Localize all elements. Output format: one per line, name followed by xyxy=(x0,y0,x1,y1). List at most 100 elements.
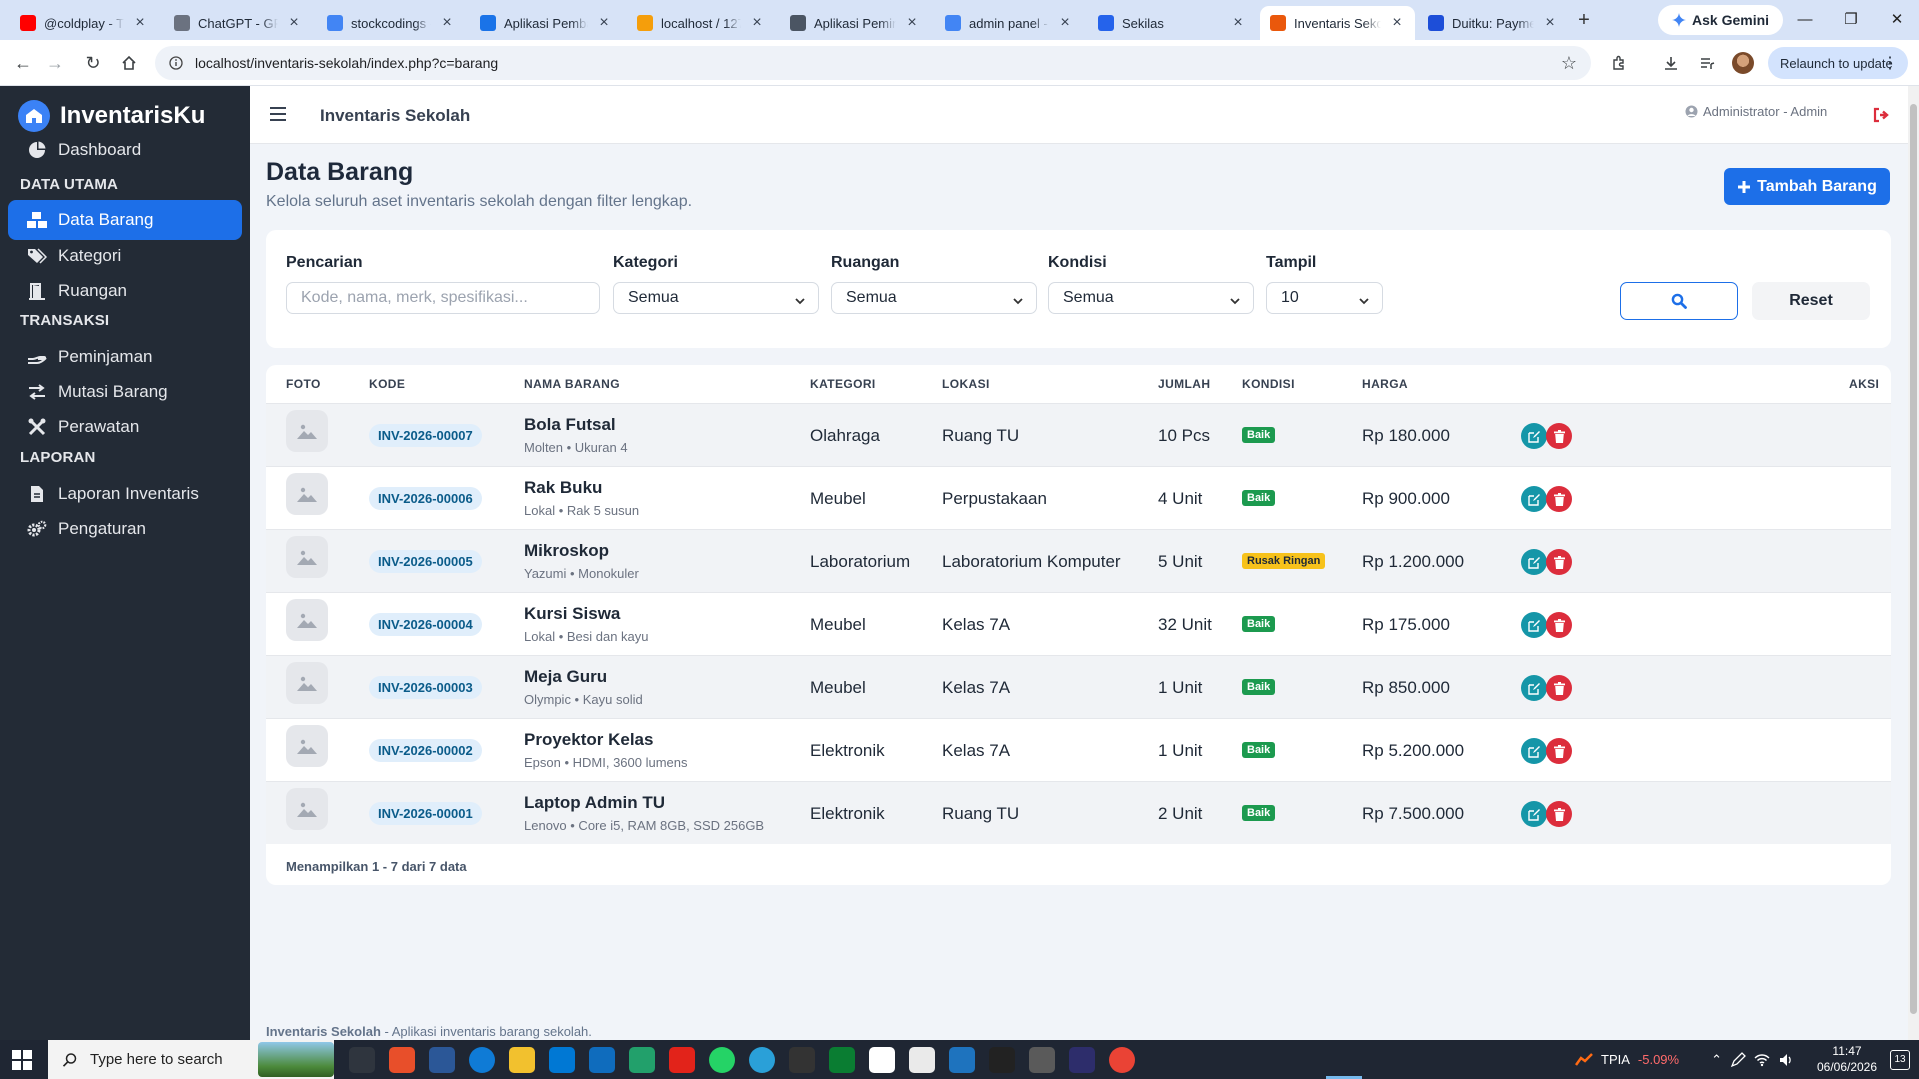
sidebar-item-dashboard[interactable]: Dashboard xyxy=(8,130,242,170)
home-icon[interactable] xyxy=(116,50,142,76)
sidebar-item-mutasi-barang[interactable]: Mutasi Barang xyxy=(8,372,242,412)
forward-icon[interactable]: → xyxy=(42,50,68,76)
capcut-icon[interactable] xyxy=(789,1047,815,1073)
fx-icon[interactable] xyxy=(1069,1047,1095,1073)
ask-gemini-button[interactable]: Ask Gemini xyxy=(1658,5,1784,35)
gpu-icon[interactable] xyxy=(829,1047,855,1073)
task-view-icon[interactable] xyxy=(349,1047,375,1073)
browser-tab[interactable]: admin panel - P × xyxy=(935,6,1083,40)
tab-close-icon[interactable]: × xyxy=(749,14,765,32)
scrollbar-thumb[interactable] xyxy=(1910,104,1917,1014)
delete-button[interactable] xyxy=(1546,549,1572,575)
chrome-icon[interactable] xyxy=(1109,1047,1135,1073)
tab-close-icon[interactable]: × xyxy=(286,14,302,32)
kondisi-select[interactable]: Semua xyxy=(1048,282,1254,314)
tray-chevron-icon[interactable]: ⌃ xyxy=(1711,1052,1722,1068)
network-icon[interactable] xyxy=(749,1047,775,1073)
extensions-icon[interactable] xyxy=(1606,50,1632,76)
site-info-icon[interactable] xyxy=(169,56,183,70)
browser-tab[interactable]: Aplikasi Peminja × xyxy=(780,6,930,40)
xampp-icon[interactable] xyxy=(629,1047,655,1073)
browser-tab[interactable]: localhost / 127.0 × xyxy=(627,6,775,40)
kategori-select[interactable]: Semua xyxy=(613,282,819,314)
page-scrollbar[interactable] xyxy=(1908,86,1919,1040)
delete-button[interactable] xyxy=(1546,486,1572,512)
edit-button[interactable] xyxy=(1521,549,1547,575)
delete-button[interactable] xyxy=(1546,423,1572,449)
taskbar-clock[interactable]: 11:47 06/06/2026 xyxy=(1812,1043,1882,1075)
search-button[interactable] xyxy=(1620,282,1738,320)
browser-tab[interactable]: ChatGPT - GRAT × xyxy=(164,6,312,40)
browser-tab[interactable]: Duitku: Paymen × xyxy=(1418,6,1568,40)
restore-button[interactable]: ❐ xyxy=(1836,8,1866,32)
tampil-select[interactable]: 10 xyxy=(1266,282,1383,314)
minimize-button[interactable]: — xyxy=(1790,8,1820,32)
tab-close-icon[interactable]: × xyxy=(439,14,455,32)
calculator-icon[interactable] xyxy=(1029,1047,1055,1073)
sidebar-toggle-icon[interactable] xyxy=(270,102,294,126)
reload-icon[interactable]: ↻ xyxy=(80,50,106,76)
browser-tab[interactable]: Sekilas × xyxy=(1088,6,1256,40)
media-control-icon[interactable] xyxy=(1694,50,1720,76)
close-window-button[interactable]: ✕ xyxy=(1882,8,1912,32)
delete-button[interactable] xyxy=(1546,801,1572,827)
volume-icon[interactable] xyxy=(1778,1052,1794,1068)
tab-close-icon[interactable]: × xyxy=(132,14,148,32)
edit-button[interactable] xyxy=(1521,801,1547,827)
tab-close-icon[interactable]: × xyxy=(904,14,920,32)
edit-button[interactable] xyxy=(1521,675,1547,701)
notification-center-icon[interactable]: 13 xyxy=(1890,1050,1910,1070)
taskbar-search[interactable]: Type here to search xyxy=(48,1040,334,1079)
browser-tab[interactable]: Aplikasi Pembay × xyxy=(470,6,622,40)
edit-button[interactable] xyxy=(1521,738,1547,764)
reset-button[interactable]: Reset xyxy=(1752,282,1870,320)
copilot-icon[interactable] xyxy=(389,1047,415,1073)
obs-icon[interactable] xyxy=(989,1047,1015,1073)
delete-button[interactable] xyxy=(1546,738,1572,764)
download-icon[interactable] xyxy=(1658,50,1684,76)
windows-start-icon[interactable] xyxy=(12,1050,32,1070)
browser-tab[interactable]: stockcodings - F × xyxy=(317,6,465,40)
tab-close-icon[interactable]: × xyxy=(1057,14,1073,32)
tab-close-icon[interactable]: × xyxy=(1230,14,1246,32)
remote-desktop-icon[interactable] xyxy=(949,1047,975,1073)
store-icon[interactable] xyxy=(549,1047,575,1073)
sidebar-item-kategori[interactable]: Kategori xyxy=(8,236,242,276)
edge-icon[interactable] xyxy=(469,1047,495,1073)
sidebar-item-ruangan[interactable]: Ruangan xyxy=(8,271,242,311)
edit-button[interactable] xyxy=(1521,612,1547,638)
outlook-icon[interactable] xyxy=(589,1047,615,1073)
logout-icon[interactable] xyxy=(1872,106,1892,126)
delete-button[interactable] xyxy=(1546,675,1572,701)
sidebar-item-laporan-inventaris[interactable]: Laporan Inventaris xyxy=(8,474,242,514)
more-menu-icon[interactable]: ⋮ xyxy=(1882,53,1898,73)
delete-button[interactable] xyxy=(1546,612,1572,638)
edit-button[interactable] xyxy=(1521,423,1547,449)
pen-icon[interactable] xyxy=(1730,1051,1746,1068)
bookmark-star-icon[interactable]: ☆ xyxy=(1556,50,1582,76)
wifi-icon[interactable] xyxy=(1754,1052,1770,1068)
sidebar-item-peminjaman[interactable]: Peminjaman xyxy=(8,337,242,377)
tab-close-icon[interactable]: × xyxy=(1542,14,1558,32)
brand-logo[interactable]: InventarisKu xyxy=(18,100,205,132)
address-bar[interactable]: localhost/inventaris-sekolah/index.php?c… xyxy=(155,46,1591,80)
ruangan-select[interactable]: Semua xyxy=(831,282,1037,314)
browser-tab[interactable]: @coldplay - The × xyxy=(10,6,158,40)
back-icon[interactable]: ← xyxy=(10,50,36,76)
filezilla-icon[interactable] xyxy=(669,1047,695,1073)
profile-avatar[interactable] xyxy=(1730,50,1756,76)
edit-button[interactable] xyxy=(1521,486,1547,512)
relaunch-update-button[interactable]: Relaunch to update ⋮ xyxy=(1768,47,1908,79)
tab-close-icon[interactable]: × xyxy=(1389,14,1405,32)
user-menu[interactable]: Administrator - Admin xyxy=(1685,104,1827,119)
sidebar-item-data-barang[interactable]: Data Barang xyxy=(8,200,242,240)
postman-icon[interactable] xyxy=(869,1047,895,1073)
teams-icon[interactable] xyxy=(429,1047,455,1073)
search-input[interactable]: Kode, nama, merk, spesifikasi... xyxy=(286,282,600,314)
browser-tab[interactable]: Inventaris Sekol × xyxy=(1260,6,1415,40)
new-tab-button[interactable]: + xyxy=(1572,8,1596,32)
file-explorer-icon[interactable] xyxy=(509,1047,535,1073)
notepad-icon[interactable] xyxy=(909,1047,935,1073)
sidebar-item-pengaturan[interactable]: Pengaturan xyxy=(8,509,242,549)
sidebar-item-perawatan[interactable]: Perawatan xyxy=(8,407,242,447)
